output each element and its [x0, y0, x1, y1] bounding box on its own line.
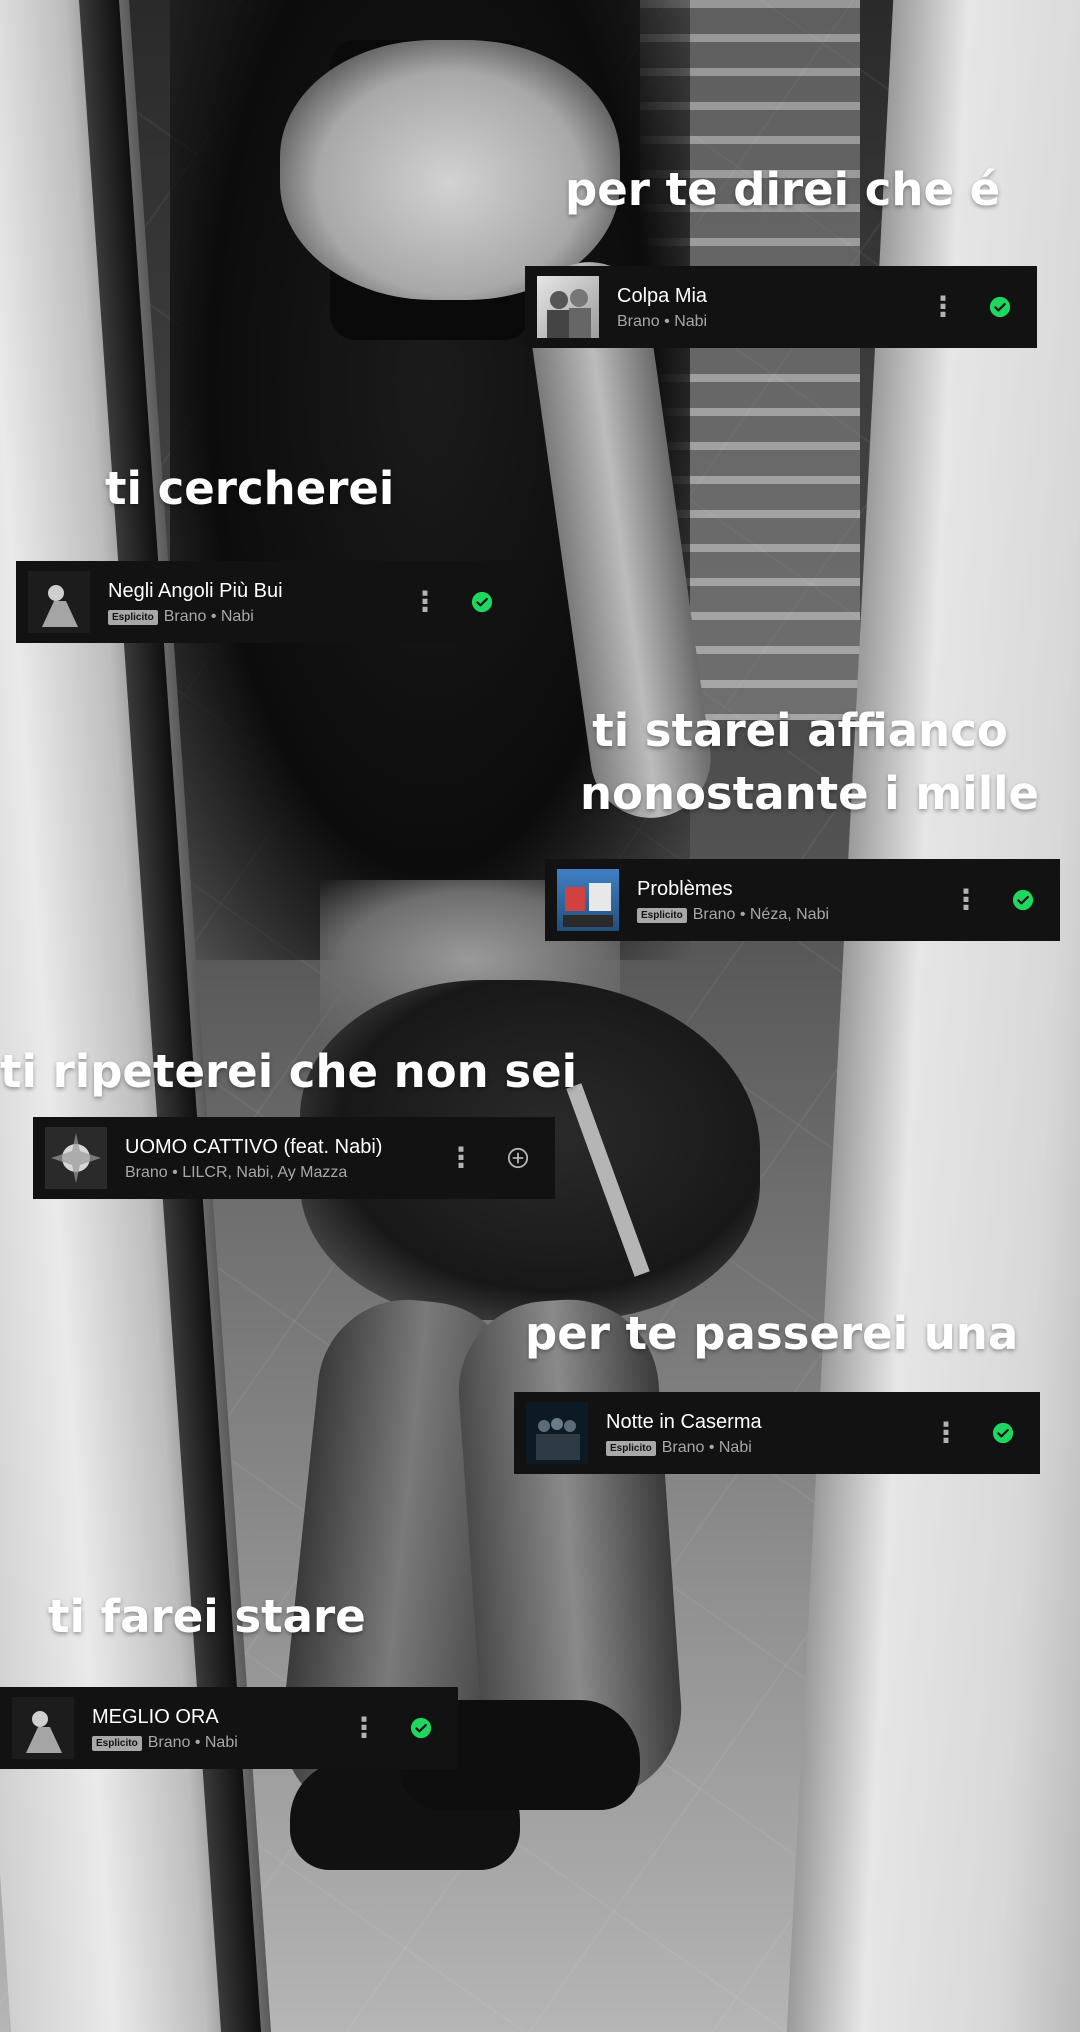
track-card-negli-angoli-piu-bui[interactable]: Negli Angoli Più Bui Esplicito Brano • N… — [16, 561, 519, 643]
caption-3-line-1: ti starei affianco — [592, 704, 1008, 757]
check-circle-icon[interactable] — [990, 1420, 1016, 1446]
track-title: MEGLIO ORA — [92, 1706, 219, 1728]
track-subtitle: Brano • Nabi — [617, 313, 708, 330]
caption-4: ti ripeterei che non sei — [0, 1045, 578, 1098]
track-subtitle: Brano • Nabi — [163, 608, 254, 625]
caption-5: per te passerei una — [525, 1307, 1019, 1360]
album-cover — [28, 571, 90, 633]
caption-1: per te direi che é — [565, 163, 1001, 216]
more-vert-icon[interactable]: ⋮ — [447, 1144, 475, 1172]
track-subtitle: Brano • Nabi — [661, 1439, 752, 1456]
more-vert-icon[interactable]: ⋮ — [411, 588, 439, 616]
caption-3-line-2: nonostante i mille — [580, 767, 1040, 820]
caption-6: ti farei stare — [48, 1590, 366, 1643]
check-circle-icon[interactable] — [469, 589, 495, 615]
track-title: Problèmes — [637, 878, 733, 900]
add-circle-icon[interactable] — [505, 1145, 531, 1171]
album-cover — [12, 1697, 74, 1759]
check-circle-icon[interactable] — [987, 294, 1013, 320]
album-cover — [557, 869, 619, 931]
explicit-badge: Esplicito — [606, 1440, 656, 1456]
explicit-badge: Esplicito — [108, 609, 158, 625]
album-cover — [537, 276, 599, 338]
more-vert-icon[interactable]: ⋮ — [350, 1714, 378, 1742]
album-cover — [526, 1402, 588, 1464]
track-subtitle: Brano • Néza, Nabi — [692, 906, 830, 923]
check-circle-icon[interactable] — [408, 1715, 434, 1741]
track-title: Notte in Caserma — [606, 1411, 762, 1433]
track-card-problemes[interactable]: Problèmes Esplicito Brano • Néza, Nabi ⋮ — [545, 859, 1060, 941]
track-card-uomo-cattivo[interactable]: UOMO CATTIVO (feat. Nabi) Brano • LILCR,… — [33, 1117, 555, 1199]
album-cover — [45, 1127, 107, 1189]
check-circle-icon[interactable] — [1010, 887, 1036, 913]
more-vert-icon[interactable]: ⋮ — [952, 886, 980, 914]
track-title: Negli Angoli Più Bui — [108, 580, 283, 602]
track-card-notte-in-caserma[interactable]: Notte in Caserma Esplicito Brano • Nabi … — [514, 1392, 1040, 1474]
track-title: UOMO CATTIVO (feat. Nabi) — [125, 1136, 383, 1158]
more-vert-icon[interactable]: ⋮ — [929, 293, 957, 321]
track-subtitle: Brano • Nabi — [147, 1734, 238, 1751]
track-title: Colpa Mia — [617, 285, 708, 307]
track-card-colpa-mia[interactable]: Colpa Mia Brano • Nabi ⋮ — [525, 266, 1037, 348]
caption-2: ti cercherei — [105, 462, 395, 515]
more-vert-icon[interactable]: ⋮ — [932, 1419, 960, 1447]
explicit-badge: Esplicito — [637, 907, 687, 923]
track-subtitle: Brano • LILCR, Nabi, Ay Mazza — [125, 1164, 348, 1181]
track-card-meglio-ora[interactable]: MEGLIO ORA Esplicito Brano • Nabi ⋮ — [0, 1687, 458, 1769]
explicit-badge: Esplicito — [92, 1735, 142, 1751]
